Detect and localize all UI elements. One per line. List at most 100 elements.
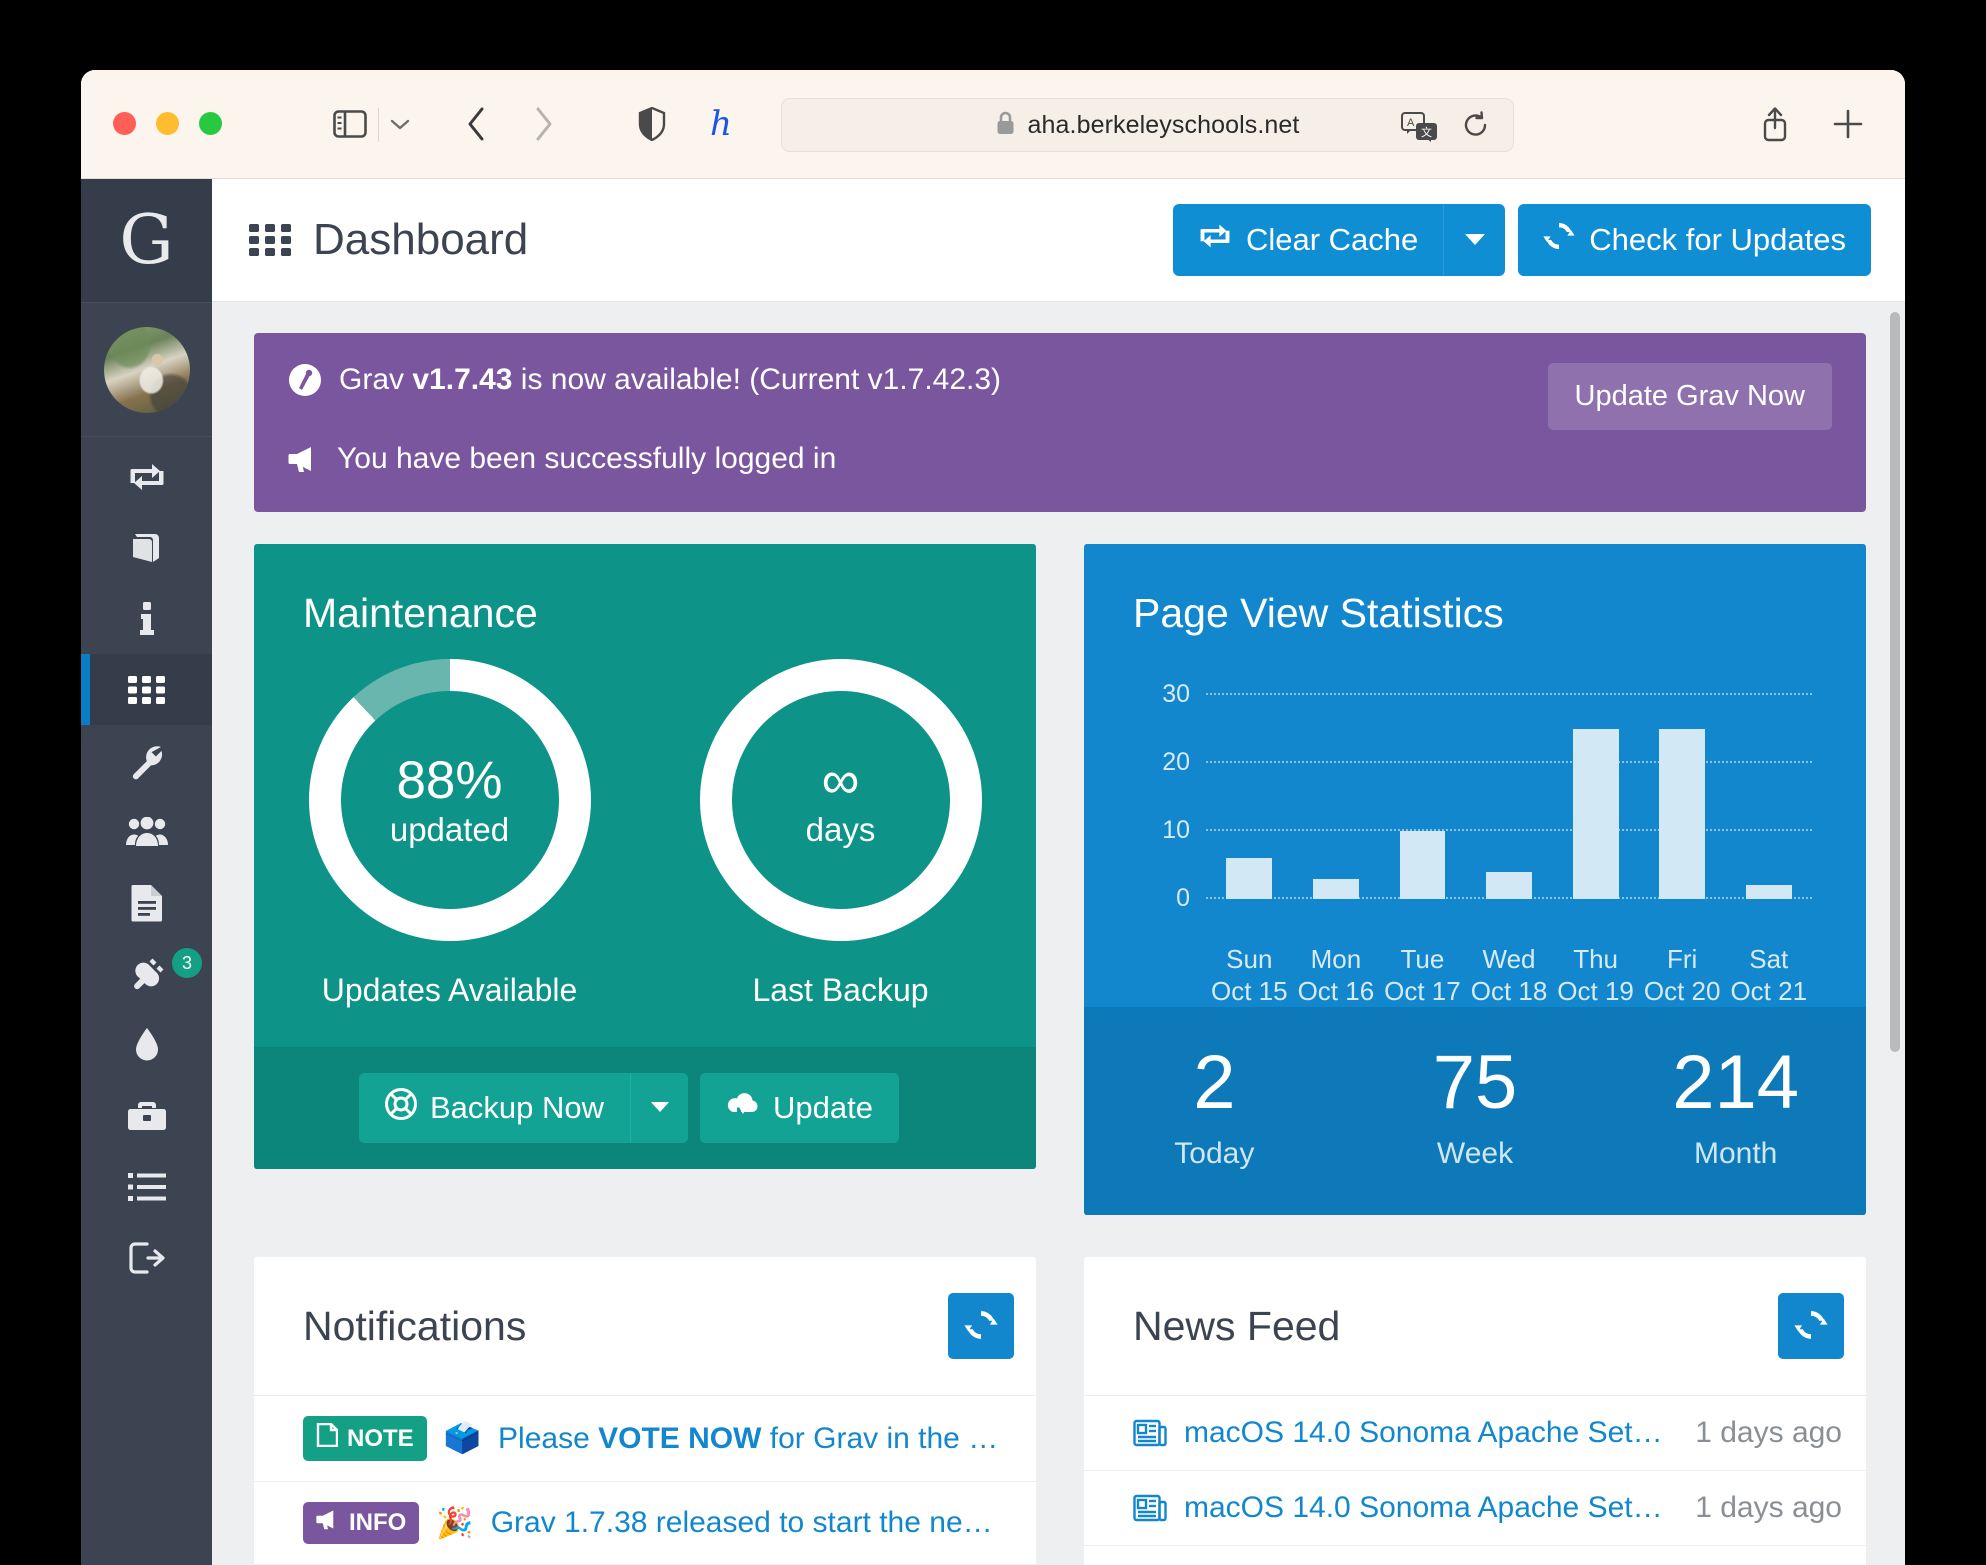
- url-text: aha.berkeleyschools.net: [1027, 110, 1300, 139]
- sidebar-toggle-icon[interactable]: [328, 102, 372, 146]
- notification-link[interactable]: Please VOTE NOW for Grav in the 20…: [498, 1422, 1012, 1456]
- backup-dropdown-button[interactable]: [630, 1073, 689, 1143]
- status-badge: NOTE: [303, 1416, 427, 1462]
- lifering-icon: [385, 1088, 417, 1128]
- reload-icon[interactable]: [1463, 111, 1489, 146]
- stat-cell: 2 Today: [1084, 1045, 1345, 1171]
- news-icon: [1133, 1493, 1167, 1523]
- grid-icon: [248, 223, 292, 257]
- chevron-down-icon: [1464, 232, 1486, 249]
- page-scrollbar[interactable]: [1890, 312, 1900, 1052]
- chart-bar[interactable]: [1312, 878, 1359, 899]
- chart-bar[interactable]: [1745, 885, 1792, 899]
- close-window-button[interactable]: [113, 112, 136, 135]
- sidebar-item-dashboard[interactable]: [81, 654, 212, 725]
- check-for-updates-button[interactable]: Check for Updates: [1518, 204, 1871, 276]
- chart-bar-slot: [1206, 681, 1293, 899]
- scroll-area: Grav v1.7.43 is now available! (Current …: [212, 302, 1905, 1565]
- chart-bar-slot: [1466, 681, 1553, 899]
- status-badge: INFO: [303, 1502, 420, 1545]
- maximize-window-button[interactable]: [199, 112, 222, 135]
- newsfeed-row[interactable]: macOS 14.0 Sonoma Apache Setup…1 days ag…: [1084, 1396, 1866, 1472]
- chart-x-label: Sun Oct 15: [1210, 944, 1288, 1007]
- sidebar-item-docs[interactable]: [81, 512, 212, 583]
- grav-logo[interactable]: G: [81, 179, 225, 302]
- pageview-card-wrap: Page View Statistics 0 10 20 30 Sun Oct 15 Mo…: [1084, 544, 1866, 1216]
- sidebar-item-pages[interactable]: [81, 867, 212, 938]
- newsfeed-title: News Feed: [1133, 1302, 1341, 1349]
- backup-now-button[interactable]: Backup Now: [359, 1073, 631, 1143]
- minimize-window-button[interactable]: [156, 112, 179, 135]
- window-controls: [113, 112, 222, 135]
- back-button[interactable]: [456, 102, 496, 146]
- grid-icon: [127, 675, 167, 705]
- newsfeed-row[interactable]: macOS 14.0 Sonoma Apache Setup… 1 days ag…: [1084, 1471, 1866, 1547]
- update-button[interactable]: Update: [700, 1073, 899, 1143]
- share-icon[interactable]: [1753, 102, 1797, 146]
- chart-bar[interactable]: [1399, 830, 1446, 899]
- chart-bar[interactable]: [1659, 728, 1706, 899]
- translate-icon[interactable]: A文: [1401, 112, 1439, 147]
- clear-cache-button[interactable]: Clear Cache: [1172, 204, 1444, 276]
- newsfeed-panel: News Feed macOS 14.0 Sonoma Apache Setup…: [1084, 1257, 1866, 1565]
- update-grav-now-button[interactable]: Update Grav Now: [1547, 363, 1832, 430]
- page-title: Dashboard: [313, 215, 529, 264]
- stat-cell: 75 Week: [1345, 1045, 1606, 1171]
- sidebar-item-clear-cache[interactable]: [81, 441, 212, 512]
- backup-dial-sub: days: [805, 810, 876, 848]
- newsfeed-rows: macOS 14.0 Sonoma Apache Setup… 1 days ag…: [1084, 1396, 1866, 1565]
- main-column: Dashboard Clear Cache Check for Updates …: [212, 179, 1905, 1565]
- backup-dial-value: ∞: [821, 751, 860, 811]
- news-icon: [1133, 1418, 1167, 1448]
- sidebar-item-logs[interactable]: [81, 1151, 212, 1222]
- book-icon: [129, 531, 165, 565]
- sidebar-item-logout[interactable]: [81, 1222, 212, 1293]
- stat-number: 214: [1672, 1040, 1800, 1126]
- wrench-icon: [128, 742, 166, 780]
- grav-logo-letter: G: [119, 200, 174, 280]
- maintenance-title: Maintenance: [303, 590, 538, 636]
- newsfeed-refresh-button[interactable]: [1778, 1293, 1844, 1360]
- updates-dial-wrap: 88% updated Updates Available: [308, 659, 591, 1009]
- page-body: G 3 Dashboard Clear Cache Check for Upda…: [81, 179, 1905, 1565]
- chart-bar[interactable]: [1226, 858, 1273, 899]
- user-avatar-block[interactable]: [81, 303, 212, 436]
- cards-row: Maintenance 88% updated Updates Availabl…: [254, 544, 1866, 1216]
- refresh-icon: [964, 1309, 998, 1344]
- notification-row[interactable]: INFO 🎉 Grav 1.7.38 released to start the n…: [254, 1482, 1036, 1565]
- newsfeed-link[interactable]: macOS 14.0 Sonoma Apache Setup…: [1184, 1491, 1678, 1525]
- notification-emoji: 🗳️: [443, 1422, 482, 1456]
- address-bar[interactable]: aha.berkeleyschools.net A文: [781, 98, 1514, 152]
- update-label: Update: [773, 1090, 873, 1125]
- sidebar-item-themes[interactable]: [81, 1009, 212, 1080]
- cloud-download-icon: [726, 1090, 760, 1126]
- newsfeed-time: 1 days ago: [1695, 1491, 1842, 1525]
- list-icon: [127, 1172, 166, 1202]
- info-icon: [136, 601, 158, 637]
- newsfeed-row[interactable]: macOS 14.0 Sonoma Apache Setup…1 days ag…: [1084, 1546, 1866, 1565]
- clear-cache-dropdown-button[interactable]: [1443, 204, 1506, 276]
- chevron-down-icon[interactable]: [386, 102, 414, 146]
- forward-button[interactable]: [524, 102, 564, 146]
- sidebar-item-configuration[interactable]: [81, 725, 212, 796]
- notification-link[interactable]: Grav 1.7.38 released to start the new y…: [491, 1506, 1012, 1540]
- notifications-refresh-button[interactable]: [948, 1293, 1014, 1360]
- sidebar-item-accounts[interactable]: [81, 796, 212, 867]
- badge-label: INFO: [349, 1509, 407, 1537]
- chart-bar[interactable]: [1572, 728, 1619, 899]
- update-notice-banner: Grav v1.7.43 is now available! (Current …: [254, 333, 1866, 512]
- maintenance-body: Maintenance 88% updated Updates Availabl…: [254, 544, 1036, 1047]
- panels-row: Notifications NOTE 🗳️ Please VOTE NOW for …: [254, 1257, 1866, 1565]
- sidebar-item-tools[interactable]: [81, 1080, 212, 1151]
- sidebar-item-plugins[interactable]: 3: [81, 938, 212, 1009]
- sidebar-item-info[interactable]: [81, 583, 212, 654]
- honey-extension-icon[interactable]: h: [701, 102, 745, 146]
- shield-icon[interactable]: [631, 102, 673, 146]
- avatar[interactable]: [103, 326, 190, 413]
- chart-bar[interactable]: [1486, 871, 1532, 899]
- dials-row: 88% updated Updates Available ∞ days Las…: [254, 659, 1036, 1009]
- new-tab-button[interactable]: [1826, 102, 1870, 146]
- show-tabs-icon[interactable]: [1903, 102, 1905, 146]
- newsfeed-link[interactable]: macOS 14.0 Sonoma Apache Setup…: [1184, 1416, 1678, 1450]
- notification-row[interactable]: NOTE 🗳️ Please VOTE NOW for Grav in the 20…: [254, 1396, 1036, 1483]
